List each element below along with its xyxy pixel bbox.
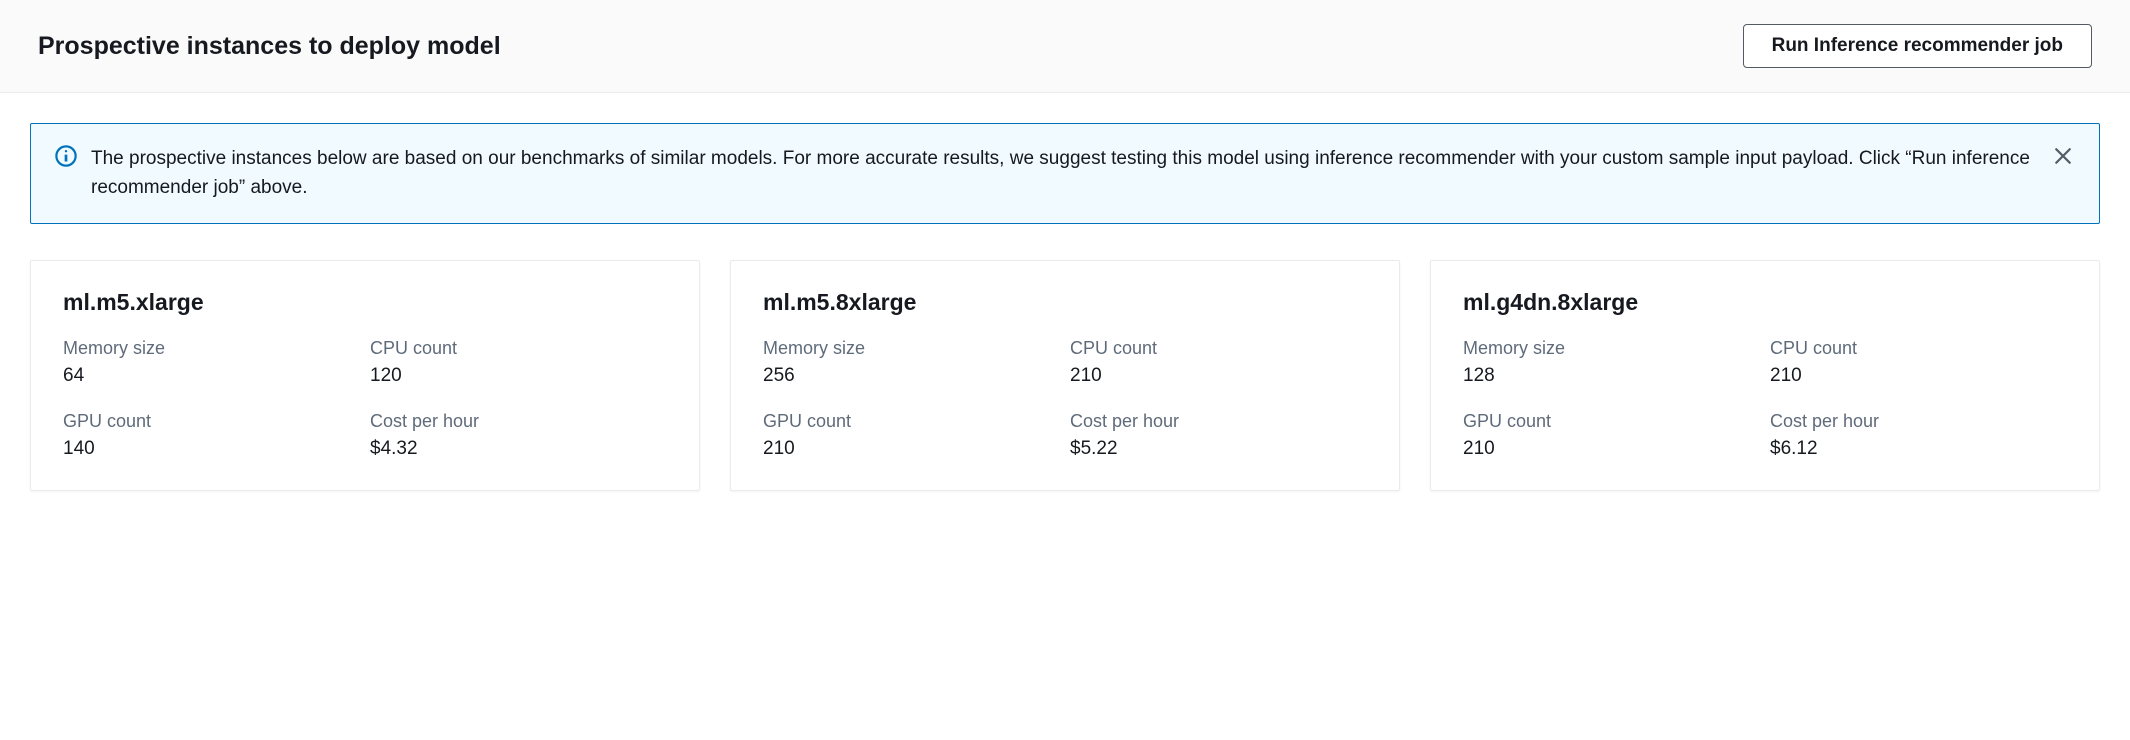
instance-name: ml.m5.8xlarge	[763, 289, 1367, 316]
instance-cards: ml.m5.xlarge Memory size 64 CPU count 12…	[30, 260, 2100, 491]
stat-memory-size: Memory size 128	[1463, 338, 1760, 387]
instance-card: ml.m5.8xlarge Memory size 256 CPU count …	[730, 260, 1400, 491]
stat-gpu-count: GPU count 140	[63, 411, 360, 460]
page-title: Prospective instances to deploy model	[38, 32, 501, 61]
stat-label: GPU count	[1463, 411, 1760, 432]
page-header: Prospective instances to deploy model Ru…	[0, 0, 2130, 93]
stat-value: 210	[763, 438, 1060, 460]
instance-name: ml.g4dn.8xlarge	[1463, 289, 2067, 316]
instance-name: ml.m5.xlarge	[63, 289, 667, 316]
stat-value: 128	[1463, 365, 1760, 387]
instance-card: ml.g4dn.8xlarge Memory size 128 CPU coun…	[1430, 260, 2100, 491]
stat-memory-size: Memory size 64	[63, 338, 360, 387]
stat-label: GPU count	[63, 411, 360, 432]
stat-value: 140	[63, 438, 360, 460]
stat-label: Cost per hour	[1070, 411, 1367, 432]
stat-label: GPU count	[763, 411, 1060, 432]
stat-cost-per-hour: Cost per hour $6.12	[1770, 411, 2067, 460]
stat-gpu-count: GPU count 210	[1463, 411, 1760, 460]
instance-stats: Memory size 256 CPU count 210 GPU count …	[763, 338, 1367, 460]
stat-cpu-count: CPU count 210	[1070, 338, 1367, 387]
run-inference-recommender-button[interactable]: Run Inference recommender job	[1743, 24, 2092, 68]
info-icon	[55, 145, 77, 167]
stat-memory-size: Memory size 256	[763, 338, 1060, 387]
stat-label: Cost per hour	[1770, 411, 2067, 432]
stat-label: Memory size	[763, 338, 1060, 359]
stat-gpu-count: GPU count 210	[763, 411, 1060, 460]
instance-stats: Memory size 64 CPU count 120 GPU count 1…	[63, 338, 667, 460]
stat-value: 64	[63, 365, 360, 387]
stat-cpu-count: CPU count 210	[1770, 338, 2067, 387]
stat-value: $5.22	[1070, 438, 1367, 460]
info-banner: The prospective instances below are base…	[30, 123, 2100, 224]
stat-cost-per-hour: Cost per hour $5.22	[1070, 411, 1367, 460]
stat-value: $6.12	[1770, 438, 2067, 460]
stat-label: Cost per hour	[370, 411, 667, 432]
close-icon[interactable]	[2051, 144, 2075, 168]
stat-value: 210	[1770, 365, 2067, 387]
stat-label: Memory size	[63, 338, 360, 359]
stat-label: Memory size	[1463, 338, 1760, 359]
stat-label: CPU count	[370, 338, 667, 359]
stat-cost-per-hour: Cost per hour $4.32	[370, 411, 667, 460]
instance-card: ml.m5.xlarge Memory size 64 CPU count 12…	[30, 260, 700, 491]
stat-value: 120	[370, 365, 667, 387]
instance-stats: Memory size 128 CPU count 210 GPU count …	[1463, 338, 2067, 460]
stat-value: 210	[1463, 438, 1760, 460]
stat-label: CPU count	[1070, 338, 1367, 359]
info-banner-text: The prospective instances below are base…	[91, 144, 2031, 203]
stat-value: 210	[1070, 365, 1367, 387]
page-content: The prospective instances below are base…	[0, 93, 2130, 521]
stat-label: CPU count	[1770, 338, 2067, 359]
stat-cpu-count: CPU count 120	[370, 338, 667, 387]
stat-value: $4.32	[370, 438, 667, 460]
stat-value: 256	[763, 365, 1060, 387]
